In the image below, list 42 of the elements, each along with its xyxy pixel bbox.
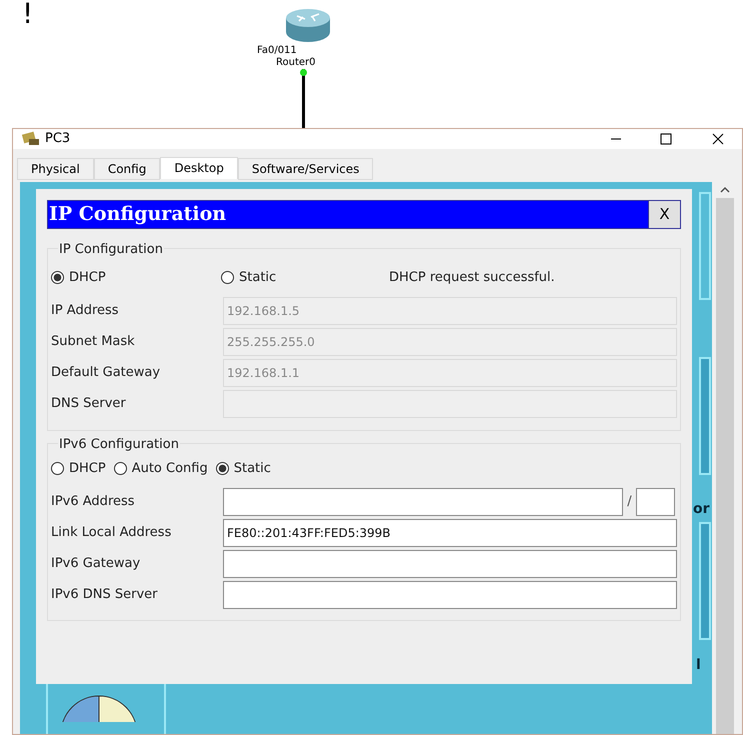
prefix-separator: /	[626, 493, 633, 512]
device-label: Router0	[276, 58, 316, 68]
field-label: DNS Server	[51, 395, 127, 414]
radio-button[interactable]	[51, 271, 64, 284]
input-field[interactable]	[223, 581, 677, 609]
close-button[interactable]: X	[648, 200, 680, 228]
input-field[interactable]	[636, 488, 675, 516]
app-label-fragment: or	[693, 500, 710, 518]
computer-icon	[21, 130, 41, 148]
radio-label[interactable]: Auto Config	[132, 458, 208, 478]
router-icon	[285, 8, 331, 44]
radio-label[interactable]: DHCP	[69, 458, 106, 478]
field-label: IPv6 Gateway	[51, 555, 142, 574]
input-field[interactable]	[223, 488, 623, 516]
status-message: DHCP request successful.	[389, 268, 555, 287]
radio-label[interactable]: Static	[239, 268, 276, 288]
tab[interactable]: Software/Services	[238, 158, 374, 180]
window-title: PC3	[45, 130, 70, 148]
radio-label[interactable]: DHCP	[69, 268, 106, 288]
field-label: Subnet Mask	[51, 333, 136, 352]
tab[interactable]: Config	[94, 158, 160, 180]
radio-label[interactable]: Static	[234, 458, 271, 478]
app-label-fragment: l	[696, 656, 701, 674]
field-label: IP Address	[51, 302, 120, 320]
radio-button[interactable]	[221, 271, 234, 284]
radio-button[interactable]	[114, 462, 127, 475]
close-icon[interactable]	[712, 132, 724, 145]
input-field[interactable]: FE80::201:43FF:FED5:399B	[223, 519, 677, 547]
port-label: Fa0/011	[257, 46, 297, 56]
field-label: IPv6 Address	[51, 493, 136, 512]
dialog-title: IP Configuration	[48, 202, 228, 227]
field-label: Default Gateway	[51, 364, 162, 382]
maximize-icon[interactable]	[660, 132, 672, 145]
scroll-up-icon[interactable]	[720, 186, 730, 192]
tab[interactable]: Physical	[17, 158, 94, 180]
tab[interactable]: Desktop	[160, 156, 238, 178]
input-field[interactable]	[223, 550, 677, 578]
radio-button[interactable]	[216, 462, 229, 475]
heading-fragment: !	[22, 0, 34, 28]
radio-button[interactable]	[51, 462, 64, 475]
field-label: IPv6 DNS Server	[51, 586, 159, 604]
field-label: Link Local Address	[51, 524, 172, 542]
